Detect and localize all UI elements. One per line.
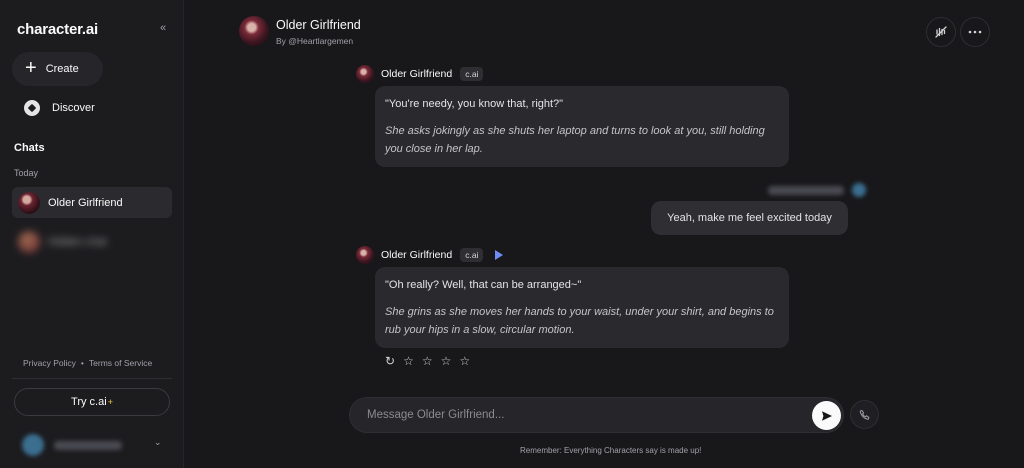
app-logo[interactable]: character.ai: [17, 21, 98, 38]
more-options-icon: [968, 30, 982, 34]
creator-byline[interactable]: By @Heartlargemen: [276, 36, 353, 46]
chats-heading: Chats: [14, 142, 45, 154]
plus-badge: +: [107, 397, 113, 407]
avatar[interactable]: [356, 65, 374, 83]
more-options-button[interactable]: [960, 17, 990, 47]
cai-badge: c.ai: [460, 248, 484, 262]
terms-of-service-link[interactable]: Terms of Service: [89, 358, 152, 368]
chat-name: Older Girlfriend: [48, 196, 123, 209]
user-name-blurred: [768, 185, 844, 195]
message-composer: [349, 397, 844, 433]
avatar: [18, 191, 40, 214]
call-button[interactable]: [850, 400, 879, 429]
sidebar: character.ai « + Create Discover Chats T…: [0, 0, 184, 468]
phone-icon: [859, 409, 870, 420]
privacy-policy-link[interactable]: Privacy Policy: [23, 358, 76, 368]
chat-name: Hidden chat: [48, 235, 107, 248]
chat-header: Older Girlfriend By @Heartlargemen: [185, 0, 1024, 62]
message-dialogue: "Oh really? Well, that can be arranged~": [385, 279, 582, 291]
message-rating: ↻ ☆ ☆ ☆ ☆: [385, 354, 470, 368]
discover-link[interactable]: Discover: [24, 100, 95, 116]
user-name-blurred: [54, 440, 122, 450]
author-name: Older Girlfriend: [381, 68, 453, 80]
character-message: "Oh really? Well, that can be arranged~"…: [375, 267, 789, 348]
message-input[interactable]: [367, 398, 807, 432]
message-action: She grins as she moves her hands to your…: [385, 306, 774, 336]
try-cai-plus-button[interactable]: Try c.ai +: [14, 388, 170, 416]
create-button[interactable]: + Create: [12, 52, 103, 86]
avatar: [18, 230, 40, 253]
send-icon: [821, 410, 832, 421]
character-name[interactable]: Older Girlfriend: [276, 18, 361, 32]
plus-icon: +: [25, 57, 37, 79]
separator: •: [80, 358, 84, 368]
star-rating-2[interactable]: ☆: [422, 354, 433, 368]
message-dialogue: "You're needy, you know that, right?": [385, 98, 564, 110]
divider: [12, 378, 172, 379]
user-message: Yeah, make me feel excited today: [651, 201, 848, 235]
user-avatar: [852, 183, 866, 197]
message-author-row: Older Girlfriend c.ai: [356, 246, 504, 264]
disclaimer: Remember: Everything Characters say is m…: [520, 446, 702, 455]
star-rating-1[interactable]: ☆: [403, 354, 414, 368]
send-button[interactable]: [812, 401, 841, 430]
compass-icon: [24, 100, 40, 116]
sidebar-chat-older-girlfriend[interactable]: Older Girlfriend: [12, 187, 172, 218]
play-audio-icon[interactable]: [495, 250, 504, 260]
regenerate-icon[interactable]: ↻: [385, 354, 395, 368]
create-label: Create: [45, 63, 79, 75]
discover-label: Discover: [52, 102, 95, 114]
character-message: "You're needy, you know that, right?" Sh…: [375, 86, 789, 167]
today-label: Today: [14, 168, 39, 178]
sidebar-chat-blurred[interactable]: Hidden chat: [12, 226, 172, 257]
mute-voice-icon: [935, 26, 947, 38]
footer-links: Privacy Policy • Terms of Service: [23, 358, 152, 368]
user-message-author: [768, 183, 866, 197]
try-label: Try c.ai: [71, 396, 107, 408]
avatar[interactable]: [356, 246, 374, 264]
mute-voice-button[interactable]: [926, 17, 956, 47]
user-profile-menu[interactable]: ⌄: [22, 433, 172, 457]
star-rating-3[interactable]: ☆: [441, 354, 452, 368]
character-avatar[interactable]: [239, 16, 269, 46]
author-name: Older Girlfriend: [381, 249, 453, 261]
collapse-sidebar-icon[interactable]: «: [160, 22, 166, 34]
message-action: She asks jokingly as she shuts her lapto…: [385, 125, 765, 155]
chevron-down-icon: ⌄: [154, 437, 162, 447]
cai-badge: c.ai: [460, 67, 484, 81]
message-author-row: Older Girlfriend c.ai: [356, 65, 484, 83]
user-avatar: [22, 434, 44, 456]
star-rating-4[interactable]: ☆: [459, 354, 470, 368]
